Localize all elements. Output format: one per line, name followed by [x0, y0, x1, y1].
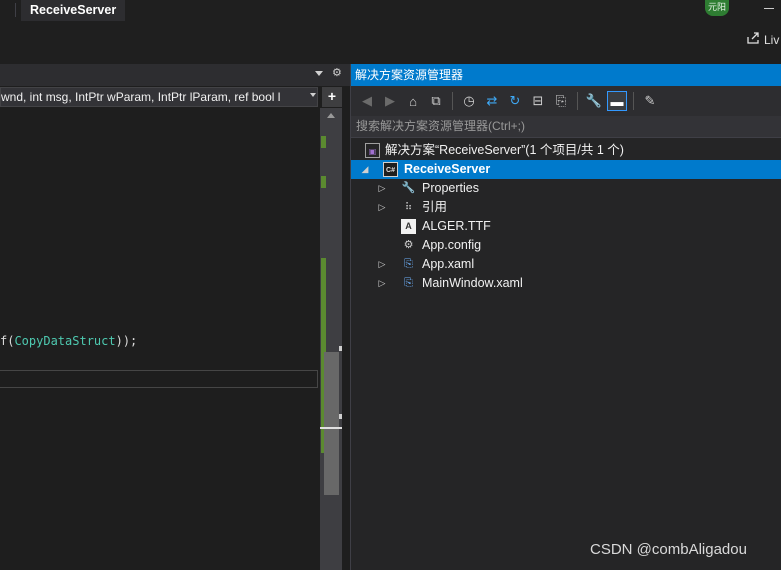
solution-explorer-search-input[interactable]: 搜索解决方案资源管理器(Ctrl+;)	[351, 116, 781, 138]
solution-icon: ▣	[365, 143, 380, 158]
chevron-right-icon[interactable]: ▷	[377, 179, 387, 198]
properties-icon[interactable]: 🔧	[584, 91, 604, 111]
gear-icon[interactable]: ⚙	[332, 66, 342, 79]
preview-selected-icon[interactable]: ▬	[607, 91, 627, 111]
toolbar-separator	[633, 92, 634, 110]
sync-icon[interactable]: ⇄	[482, 91, 502, 111]
home-icon[interactable]: ⌂	[403, 91, 423, 111]
tree-item-mainwindow-xaml[interactable]: ▷ ⎘ MainWindow.xaml	[351, 274, 781, 293]
references-icon: ⠷	[404, 202, 413, 213]
minimize-icon[interactable]	[764, 8, 774, 9]
change-marker	[321, 136, 326, 148]
caret-position-marker	[320, 427, 342, 429]
member-navigation-dropdown[interactable]: wnd, int msg, IntPtr wParam, IntPtr lPar…	[0, 87, 318, 107]
title-divider	[15, 3, 16, 17]
share-icon	[746, 31, 760, 48]
refresh-icon[interactable]: ↻	[505, 91, 525, 111]
chevron-right-icon[interactable]: ▷	[377, 255, 387, 274]
class-view-icon[interactable]: ✎	[640, 91, 660, 111]
tree-item-label: App.config	[422, 238, 482, 252]
tree-item-label: App.xaml	[422, 257, 475, 271]
code-type-name: CopyDataStruct	[14, 334, 116, 348]
code-text-suffix: ));	[115, 334, 138, 348]
solution-explorer-panel	[350, 64, 781, 570]
tree-item-app-xaml[interactable]: ▷ ⎘ App.xaml	[351, 255, 781, 274]
tab-dropdown-icon[interactable]	[315, 71, 323, 76]
forward-icon[interactable]: ▶	[380, 91, 400, 111]
code-text-prefix: f(	[0, 334, 15, 348]
change-marker	[321, 176, 326, 188]
csharp-project-icon: C#	[383, 162, 398, 177]
config-file-icon: ⚙	[403, 239, 414, 251]
editor-edge	[342, 108, 350, 570]
solution-explorer-toolbar: ◀ ▶ ⌂ ⧉ ◷ ⇄ ↻ ⊟ ⎘ 🔧 ▬ ✎	[351, 86, 781, 116]
tree-item-solution[interactable]: ▣ 解决方案“ReceiveServer”(1 个项目/共 1 个)	[351, 141, 781, 160]
tree-item-label: Properties	[422, 181, 479, 195]
toolbar-separator	[452, 92, 453, 110]
show-all-files-icon[interactable]: ⎘	[551, 91, 571, 111]
live-share-label: Liv	[764, 32, 780, 47]
toolbar-band	[0, 22, 781, 64]
wrench-icon: 🔧	[401, 182, 416, 194]
tree-item-label: ALGER.TTF	[422, 219, 491, 233]
tree-item-app-config[interactable]: ⚙ App.config	[351, 236, 781, 255]
vs-switch-views-icon[interactable]: ⧉	[426, 91, 446, 111]
back-icon[interactable]: ◀	[357, 91, 377, 111]
tree-item-properties[interactable]: ▷ 🔧 Properties	[351, 179, 781, 198]
toolbar-separator	[577, 92, 578, 110]
solution-explorer-title[interactable]: 解决方案资源管理器	[351, 64, 781, 86]
chevron-right-icon[interactable]: ▷	[377, 198, 387, 217]
font-file-icon: A	[401, 219, 416, 234]
editor-tab-strip	[0, 64, 350, 86]
tree-item-label: 引用	[422, 200, 448, 214]
code-line[interactable]: f(CopyDataStruct));	[0, 334, 137, 348]
collapse-all-icon[interactable]: ⊟	[528, 91, 548, 111]
expanded-icon[interactable]: ◢	[360, 160, 370, 179]
tree-item-label: ReceiveServer	[404, 162, 491, 176]
tree-item-label: 解决方案“ReceiveServer”(1 个项目/共 1 个)	[385, 143, 624, 157]
split-editor-button[interactable]: +	[322, 87, 342, 107]
current-line-highlight	[0, 370, 318, 388]
code-editor[interactable]	[0, 64, 350, 570]
tree-item-font-file[interactable]: A ALGER.TTF	[351, 217, 781, 236]
xaml-file-icon: ⎘	[404, 277, 413, 289]
xaml-file-icon: ⎘	[404, 258, 413, 270]
watermark: CSDN @combAligadou	[590, 541, 747, 558]
tree-item-project[interactable]: ◢ C# ReceiveServer	[351, 160, 781, 179]
user-avatar[interactable]: 元阳	[705, 0, 729, 16]
live-share-button[interactable]: Liv	[746, 31, 779, 48]
scroll-thumb[interactable]	[324, 352, 339, 495]
tree-item-label: MainWindow.xaml	[422, 276, 523, 290]
pending-changes-icon[interactable]: ◷	[459, 91, 479, 111]
active-document-tab[interactable]: ReceiveServer	[21, 0, 126, 21]
scroll-up-icon[interactable]	[327, 113, 335, 118]
chevron-right-icon[interactable]: ▷	[377, 274, 387, 293]
tree-item-references[interactable]: ▷ ⠷ 引用	[351, 198, 781, 217]
chevron-down-icon[interactable]	[310, 93, 316, 97]
